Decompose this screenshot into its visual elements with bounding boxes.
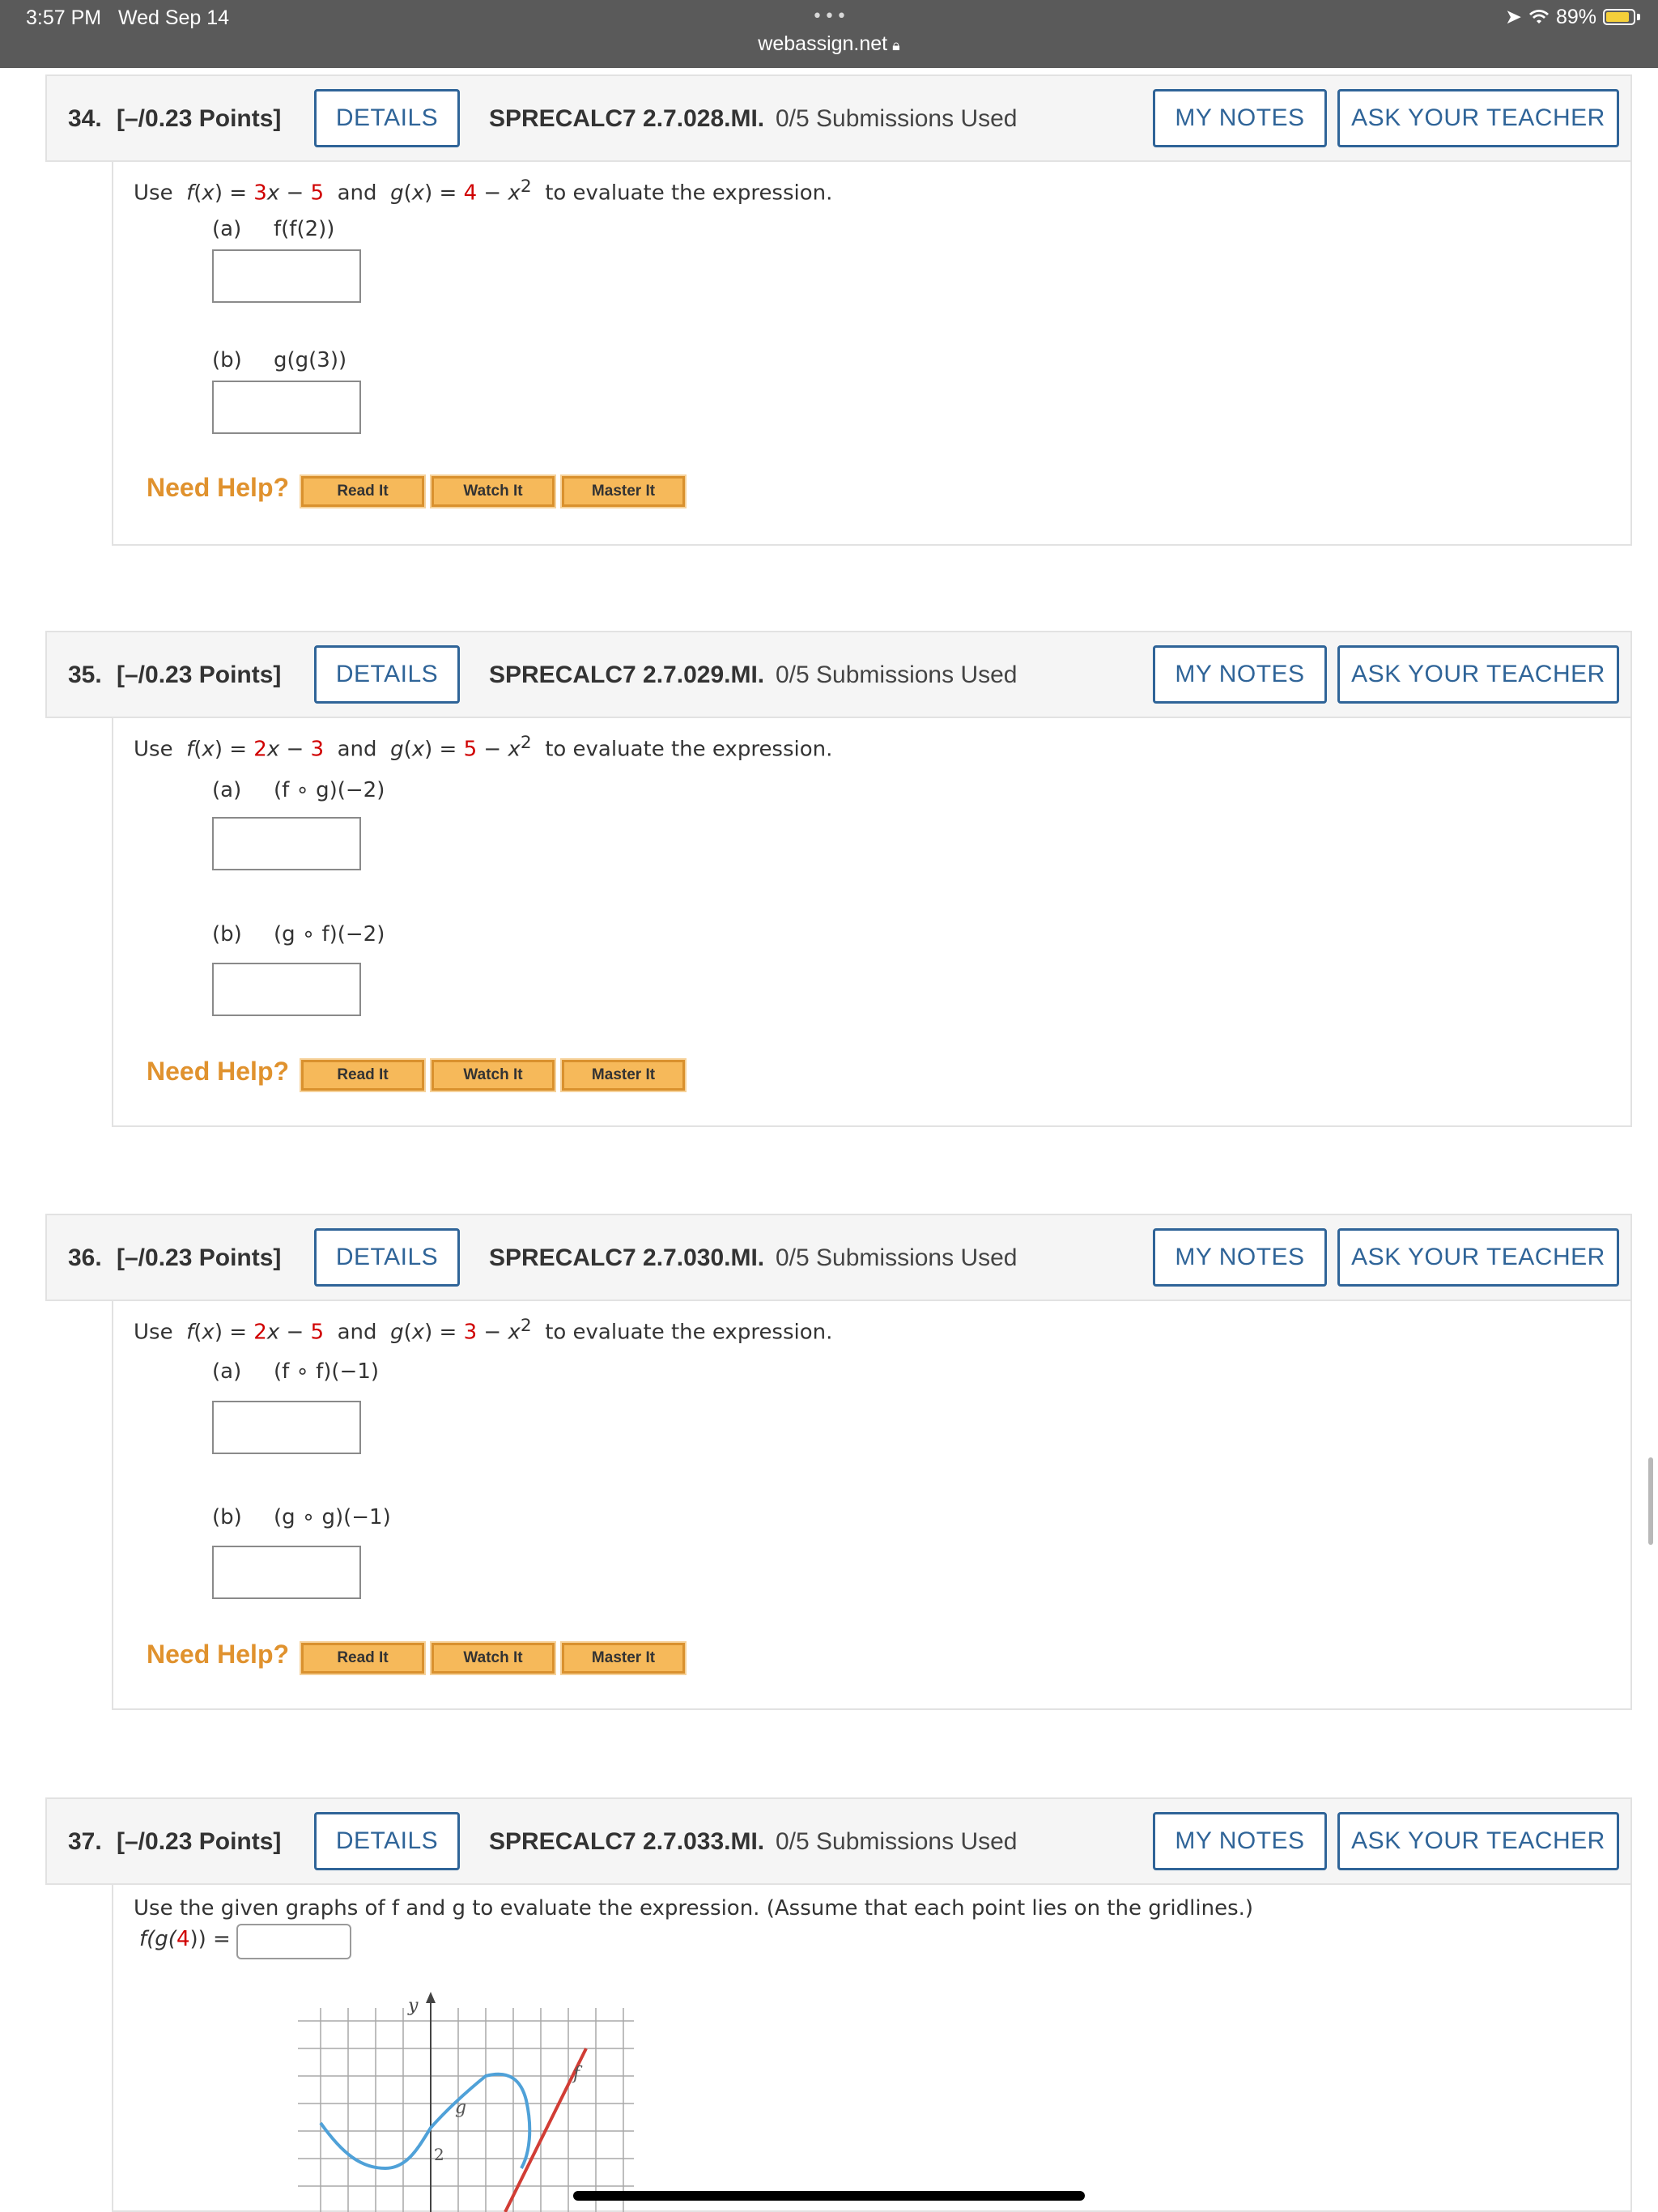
part-b-expression: (g ∘ f)(−2): [274, 922, 385, 946]
ask-teacher-button[interactable]: ASK YOUR TEACHER: [1337, 1228, 1619, 1287]
multitasking-dots[interactable]: •••: [812, 6, 848, 27]
question-points: [–/0.23 Points]: [117, 105, 282, 132]
need-help-label: Need Help?: [147, 1057, 290, 1086]
battery-icon: [1603, 9, 1635, 25]
composite-expression: f(g(4)) =: [139, 1927, 231, 1951]
part-b-label: (b): [212, 922, 242, 946]
details-button[interactable]: DETAILS: [314, 645, 460, 704]
submissions-used: 0/5 Submissions Used: [776, 105, 1018, 132]
g-curve: [319, 2072, 532, 2171]
function-graph: y f g 2: [298, 1992, 634, 2212]
master-it-button[interactable]: Master It: [560, 474, 687, 508]
question-prompt: Use f(x) = 2x − 5 and g(x) = 3 − x2 to e…: [134, 1316, 833, 1345]
wifi-icon: [1528, 10, 1549, 23]
question-code: SPRECALC7 2.7.030.MI.: [489, 1244, 765, 1271]
question-number: 34.: [68, 105, 102, 132]
battery-percent: 89%: [1555, 5, 1596, 28]
watch-it-button[interactable]: Watch It: [430, 474, 556, 508]
part-a-expression: (f ∘ g)(−2): [274, 778, 385, 802]
my-notes-button[interactable]: MY NOTES: [1153, 89, 1327, 147]
part-b-label: (b): [212, 348, 242, 372]
question-code: SPRECALC7 2.7.033.MI.: [489, 1828, 765, 1855]
my-notes-button[interactable]: MY NOTES: [1153, 1812, 1327, 1870]
watch-it-button[interactable]: Watch It: [430, 1058, 556, 1092]
details-button[interactable]: DETAILS: [314, 1812, 460, 1870]
question-code: SPRECALC7 2.7.028.MI.: [489, 105, 765, 132]
ask-teacher-button[interactable]: ASK YOUR TEACHER: [1337, 645, 1619, 704]
address-bar[interactable]: webassign.net 🔒︎: [0, 32, 1658, 56]
my-notes-button[interactable]: MY NOTES: [1153, 645, 1327, 704]
part-a-expression: (f ∘ f)(−1): [274, 1359, 380, 1384]
my-notes-button[interactable]: MY NOTES: [1153, 1228, 1327, 1287]
g-label: g: [455, 2098, 466, 2118]
submissions-used: 0/5 Submissions Used: [776, 1244, 1018, 1271]
part-a-answer-input[interactable]: [212, 1401, 361, 1454]
part-b-answer-input[interactable]: [212, 1546, 361, 1599]
master-it-button[interactable]: Master It: [560, 1641, 687, 1675]
part-b-expression: (g ∘ g)(−1): [274, 1505, 391, 1529]
question-number: 35.: [68, 661, 102, 688]
scrollbar[interactable]: [1648, 1457, 1653, 1545]
question-prompt: Use f(x) = 2x − 3 and g(x) = 5 − x2 to e…: [134, 733, 833, 762]
answer-input[interactable]: [236, 1924, 351, 1959]
part-b-answer-input[interactable]: [212, 381, 361, 434]
home-indicator[interactable]: [573, 2191, 1085, 2201]
part-b-label: (b): [212, 1505, 242, 1529]
y-axis-label: y: [407, 1996, 419, 2016]
part-a-label: (a): [212, 1359, 242, 1384]
details-button[interactable]: DETAILS: [314, 89, 460, 147]
y-axis-arrow-icon: [426, 1992, 436, 2003]
question-points: [–/0.23 Points]: [117, 661, 282, 688]
status-icons: ➤ 89%: [1505, 5, 1640, 29]
part-a-answer-input[interactable]: [212, 249, 361, 303]
location-icon: ➤: [1505, 6, 1522, 28]
url-text: webassign.net: [758, 32, 888, 55]
status-time: 3:57 PM Wed Sep 14: [26, 6, 230, 29]
submissions-used: 0/5 Submissions Used: [776, 661, 1018, 688]
ask-teacher-button[interactable]: ASK YOUR TEACHER: [1337, 1812, 1619, 1870]
ask-teacher-button[interactable]: ASK YOUR TEACHER: [1337, 89, 1619, 147]
read-it-button[interactable]: Read It: [300, 474, 426, 508]
part-a-answer-input[interactable]: [212, 817, 361, 870]
question-prompt: Use the given graphs of f and g to evalu…: [134, 1896, 1254, 1921]
part-b-expression: g(g(3)): [274, 348, 347, 372]
question-points: [–/0.23 Points]: [117, 1828, 282, 1855]
question-points: [–/0.23 Points]: [117, 1244, 282, 1271]
f-label: f: [572, 2064, 583, 2084]
part-b-answer-input[interactable]: [212, 963, 361, 1016]
read-it-button[interactable]: Read It: [300, 1058, 426, 1092]
master-it-button[interactable]: Master It: [560, 1058, 687, 1092]
question-number: 37.: [68, 1828, 102, 1855]
question-code: SPRECALC7 2.7.029.MI.: [489, 661, 765, 688]
status-bar: 3:57 PM Wed Sep 14 ••• webassign.net 🔒︎ ➤…: [0, 0, 1658, 68]
details-button[interactable]: DETAILS: [314, 1228, 460, 1287]
part-a-label: (a): [212, 778, 242, 802]
part-a-expression: f(f(2)): [274, 217, 335, 241]
submissions-used: 0/5 Submissions Used: [776, 1828, 1018, 1855]
watch-it-button[interactable]: Watch It: [430, 1641, 556, 1675]
part-a-label: (a): [212, 217, 242, 241]
need-help-label: Need Help?: [147, 1640, 290, 1669]
lock-icon: 🔒︎: [892, 37, 900, 53]
question-prompt: Use f(x) = 3x − 5 and g(x) = 4 − x2 to e…: [134, 177, 833, 206]
y-tick-label: 2: [434, 2145, 444, 2164]
question-number: 36.: [68, 1244, 102, 1271]
read-it-button[interactable]: Read It: [300, 1641, 426, 1675]
need-help-label: Need Help?: [147, 473, 290, 502]
